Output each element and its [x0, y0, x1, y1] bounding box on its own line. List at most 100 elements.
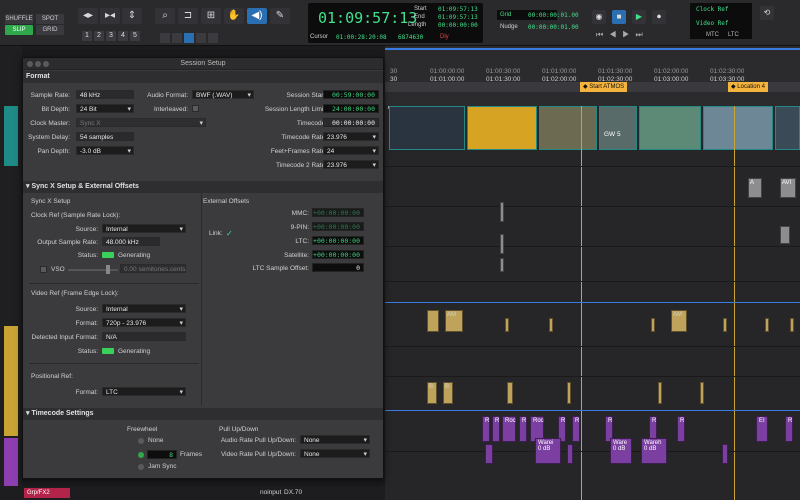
audio-clip[interactable]: [723, 318, 727, 332]
stop-button[interactable]: ■: [612, 10, 626, 24]
jam-sync-radio[interactable]: [138, 464, 144, 470]
audio-format-select[interactable]: BWF (.WAV): [192, 90, 254, 100]
freewheel-none-radio[interactable]: [138, 438, 144, 444]
fx-clip[interactable]: R: [519, 416, 527, 442]
close-icon[interactable]: [27, 61, 33, 67]
session-start-field[interactable]: 00:59:00:00: [323, 90, 379, 99]
zoom-preset-2[interactable]: 2: [94, 31, 104, 41]
mtc-button[interactable]: MTC: [706, 32, 719, 38]
positional-format-select[interactable]: LTC: [102, 387, 186, 397]
video-thumbnail[interactable]: [703, 106, 773, 150]
video-thumbnail[interactable]: [775, 106, 800, 150]
fx-clip[interactable]: Wareh 0 dB: [641, 438, 667, 464]
audio-clip[interactable]: [500, 202, 504, 222]
grabber-tool-icon[interactable]: ✋: [224, 8, 244, 24]
main-counter[interactable]: 01:09:57:13 Start End Length 01:09:57:13…: [308, 3, 483, 43]
video-thumbnail[interactable]: [389, 106, 465, 150]
clock-source-select[interactable]: Internal: [102, 224, 186, 234]
audio-clip[interactable]: [658, 382, 662, 404]
video-thumbnail[interactable]: [539, 106, 597, 150]
timecode-rate-select[interactable]: 23.976: [323, 132, 379, 142]
fx-clip[interactable]: [567, 444, 573, 464]
link-checkbox[interactable]: ✓: [226, 230, 233, 238]
audio-clip[interactable]: B: [427, 382, 437, 404]
trim-tool-icon[interactable]: ⊐: [178, 8, 198, 24]
vertical-zoom-icon[interactable]: ⇕: [122, 8, 142, 24]
sync-settings-icon[interactable]: ⟲: [760, 6, 774, 20]
mmc-offset-field[interactable]: +00:00:00:00: [312, 208, 364, 217]
fx-clip[interactable]: [722, 444, 728, 464]
zoom-preset-1[interactable]: 1: [82, 31, 92, 41]
slip-mode-button[interactable]: SLIP: [5, 25, 33, 35]
fx-clip[interactable]: Ware 0 dB: [610, 438, 632, 464]
ltc-sample-offset-field[interactable]: 0: [312, 263, 364, 272]
fx-clip[interactable]: EI: [756, 416, 768, 442]
marker-start-atmos[interactable]: ◆ Start ATMOS: [580, 82, 628, 92]
video-pull-select[interactable]: None: [300, 449, 370, 459]
minimize-icon[interactable]: [35, 61, 41, 67]
audio-clip[interactable]: AM: [671, 310, 687, 332]
video-format-select[interactable]: 720p - 23.976: [102, 318, 186, 328]
window-title[interactable]: Session Setup: [23, 58, 383, 70]
fx-clip[interactable]: R: [785, 416, 793, 442]
selector-tool-icon[interactable]: ⊞: [201, 8, 221, 24]
edit-window-tracks[interactable]: jpeg GW 5 A AVI AM AM B B R R Roc R Roc …: [385, 106, 800, 500]
online-button[interactable]: ◉: [592, 10, 606, 24]
input-label[interactable]: noinput: [260, 489, 281, 496]
group-label[interactable]: Grp/FX2: [24, 488, 70, 498]
satellite-offset-field[interactable]: +00:00:00:00: [312, 250, 364, 259]
audio-clip[interactable]: [790, 318, 794, 332]
video-source-select[interactable]: Internal: [102, 304, 186, 314]
vso-value[interactable]: 0.00 semitones.cents: [120, 264, 186, 273]
transport-nav[interactable]: ⏮◀▶⏭: [596, 30, 676, 40]
bit-depth-select[interactable]: 24 Bit: [76, 104, 134, 114]
freewheel-frames-field[interactable]: 8: [147, 450, 177, 459]
zoom-preset-3[interactable]: 3: [106, 31, 116, 41]
zoom-preset-5[interactable]: 5: [130, 31, 140, 41]
audio-clip[interactable]: [507, 382, 513, 404]
fx-clip[interactable]: [485, 444, 493, 464]
fx-clip[interactable]: R: [572, 416, 580, 442]
audio-clip[interactable]: [549, 318, 553, 332]
freewheel-frames-radio[interactable]: [138, 452, 144, 458]
pencil-tool-icon[interactable]: ✎: [270, 8, 290, 24]
fx-clip[interactable]: R: [492, 416, 500, 442]
marker-ruler[interactable]: ◆ Start ATMOS ◆ Location 4: [385, 82, 800, 92]
audio-clip[interactable]: [505, 318, 509, 332]
clock-master-select[interactable]: Sync X: [76, 118, 206, 128]
vso-slider-handle[interactable]: [106, 265, 110, 274]
video-thumbnail[interactable]: [467, 106, 537, 150]
audio-clip[interactable]: [651, 318, 655, 332]
interleaved-checkbox[interactable]: [192, 105, 199, 112]
ltc-offset-field[interactable]: +00:00:00:00: [312, 236, 364, 245]
pan-depth-select[interactable]: -3.0 dB: [76, 146, 134, 156]
audio-clip[interactable]: [500, 234, 504, 254]
ninepin-offset-field[interactable]: +00:00:00:00: [312, 222, 364, 231]
speaker-tool-icon[interactable]: ◀): [247, 8, 267, 24]
video-thumbnail[interactable]: [639, 106, 701, 150]
zoom-in-icon[interactable]: ▸◂: [100, 8, 120, 24]
grid-mode-button[interactable]: GRID: [36, 25, 64, 35]
audio-clip[interactable]: [780, 226, 790, 244]
audio-clip[interactable]: [765, 318, 769, 332]
audio-clip[interactable]: [427, 310, 439, 332]
play-button[interactable]: ▶: [632, 10, 646, 24]
video-thumbnail[interactable]: GW 5: [599, 106, 637, 150]
fx-clip[interactable]: Warei 0 dB: [535, 438, 561, 464]
feet-frames-select[interactable]: 24: [323, 146, 379, 156]
timeline-ruler[interactable]: 30 01:01:00:00 01:01:30:00 01:02:00:00 0…: [385, 46, 800, 106]
session-length-field[interactable]: 24:00:00:00: [323, 104, 379, 113]
fx-clip[interactable]: Roc: [502, 416, 516, 442]
zoom-out-icon[interactable]: ◂▸: [78, 8, 98, 24]
timecode-section-header[interactable]: ▾ Timecode Settings: [23, 408, 383, 420]
output-label[interactable]: DX.70: [284, 489, 302, 496]
audio-clip[interactable]: [500, 258, 504, 272]
marker-location-4[interactable]: ◆ Location 4: [728, 82, 768, 92]
audio-clip[interactable]: [700, 382, 704, 404]
zoom-preset-4[interactable]: 4: [118, 31, 128, 41]
audio-pull-select[interactable]: None: [300, 435, 370, 445]
shuffle-mode-button[interactable]: SHUFFLE: [5, 14, 33, 24]
fx-clip[interactable]: R: [677, 416, 685, 442]
audio-clip[interactable]: A: [748, 178, 762, 198]
vso-slider[interactable]: [68, 269, 118, 271]
